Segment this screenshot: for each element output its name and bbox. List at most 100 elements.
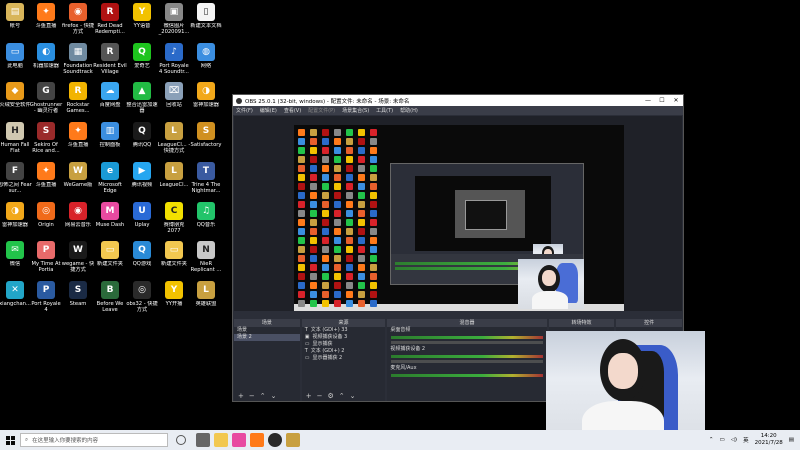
source-item[interactable]: T 文本 (GDI+) 33 — [302, 327, 386, 334]
desktop-icon[interactable]: C 赛博朋克 2077 — [159, 202, 189, 240]
app-icon: P — [37, 281, 55, 299]
notification-icon[interactable]: ▤ — [789, 437, 794, 443]
taskbar-obs-icon[interactable] — [268, 433, 282, 447]
source-item[interactable]: ▣ 视频捕获设备 3 — [302, 334, 386, 341]
desktop-icon[interactable]: ▦ Foundation Soundtrack — [63, 43, 93, 81]
desktop-icon[interactable]: ✦ 斗鱼直播 — [31, 3, 61, 41]
taskbar-app-icon[interactable] — [286, 433, 300, 447]
desktop-icon[interactable]: L LeagueCl... — [159, 162, 189, 200]
desktop-icon[interactable]: Y YY开播 — [159, 281, 189, 319]
desktop-icon[interactable]: ◍ 网络 — [191, 43, 221, 81]
desktop-icon[interactable]: ◎ Origin — [31, 202, 61, 240]
minimize-button[interactable]: — — [641, 95, 655, 106]
desktop-icon[interactable]: Q QQ游戏 — [127, 241, 157, 279]
taskbar-douyu-icon[interactable] — [250, 433, 264, 447]
desktop-icon[interactable]: ♫ QQ音乐 — [191, 202, 221, 240]
menu-help[interactable]: 帮助(H) — [400, 107, 418, 114]
desktop-icon[interactable]: H Human Fall Flat — [0, 122, 30, 160]
menu-view[interactable]: 查看(V) — [284, 107, 301, 114]
task-view-icon[interactable] — [176, 435, 186, 445]
source-item[interactable]: ▭ 显示器捕获 2 — [302, 355, 386, 362]
desktop-icon[interactable]: R Red Dead Redempti... — [95, 3, 125, 41]
start-button[interactable] — [0, 430, 20, 450]
desktop-icon[interactable]: S Sekiro Of Rice and... — [31, 122, 61, 160]
scene-item[interactable]: 场景 — [234, 327, 300, 334]
desktop-icon[interactable]: L 英雄联盟 — [191, 281, 221, 319]
desktop-icon[interactable]: ◑ 雷神加速器 — [0, 202, 30, 240]
desktop-icon[interactable]: ♪ Port Royale 4 Soundtr... — [159, 43, 189, 81]
taskbar-app-icon[interactable] — [196, 433, 210, 447]
desktop-icon[interactable]: Wwegame - 快捷方式 — [62, 241, 94, 279]
volume-icon[interactable]: ◁) — [731, 437, 737, 443]
desktop-icon[interactable]: ▲ 整合迅雷加速器 — [126, 82, 158, 120]
taskbar-app-icon[interactable] — [232, 433, 246, 447]
app-icon: M — [101, 202, 119, 220]
webcam-source[interactable] — [518, 259, 584, 309]
desktop-icon[interactable]: ✦ 斗鱼直播 — [31, 162, 61, 200]
menu-profile[interactable]: 配置文件(P) — [308, 107, 335, 114]
desktop-icon[interactable]: ▣ 微信图片_2020091... — [159, 3, 189, 41]
desktop-icon[interactable]: ⌧ 回收站 — [159, 82, 189, 120]
desktop-icon[interactable]: P My Time At Portia — [31, 241, 61, 279]
volume-slider[interactable] — [391, 360, 543, 363]
menu-edit[interactable]: 编辑(E) — [260, 107, 277, 114]
close-button[interactable]: ✕ — [669, 95, 683, 106]
clock[interactable]: 14:20 2021/7/28 — [755, 433, 783, 447]
desktop-icon[interactable]: N NieR Replicant ... — [191, 241, 221, 279]
chevron-up-icon[interactable]: ⌃ — [709, 437, 714, 443]
desktop-icon[interactable]: ▥ 控制面板 — [95, 122, 125, 160]
desktop-icon[interactable]: ◆ 火绒安全软件 — [0, 82, 31, 120]
desktop-icon[interactable]: ◉ 网易云音乐 — [63, 202, 93, 240]
desktop-icon[interactable]: T Trine 4 The Nightmar... — [191, 162, 221, 200]
desktop-icon[interactable]: M Muse Dash — [95, 202, 125, 240]
desktop-icon[interactable]: ▯ 新建文本文档 — [190, 3, 222, 41]
desktop-icon[interactable]: S Satisfactory — [191, 122, 221, 160]
desktop-icon[interactable]: ▶ 腾讯视频 — [127, 162, 157, 200]
desktop-icon[interactable]: S Steam — [63, 281, 93, 319]
desktop-icon[interactable]: U Uplay — [127, 202, 157, 240]
desktop-icon[interactable]: R Resident Evil Village — [93, 43, 127, 81]
desktop-icon[interactable]: ▭ 新建文件夹 — [95, 241, 125, 279]
desktop-icon[interactable]: F 恐怖之间 Fear sur... — [0, 162, 32, 200]
desktop-icon[interactable]: W WeGame版 — [63, 162, 93, 200]
captured-desktop-icon — [370, 138, 377, 145]
obs-titlebar[interactable]: OBS 25.0.1 (32-bit, windows) - 配置文件: 未命名… — [233, 95, 683, 106]
desktop-icon[interactable]: ▭ 新建文件夹 — [159, 241, 189, 279]
desktop-icon[interactable]: Y YY语音 — [127, 3, 157, 41]
desktop-icon[interactable]: e Microsoft Edge — [95, 162, 125, 200]
taskbar-folder-icon[interactable] — [214, 433, 228, 447]
search-icon: ⌕ — [25, 436, 29, 443]
scene-item-selected[interactable]: 场景 2 — [234, 334, 300, 341]
desktop-icon[interactable]: B Before We Leave — [95, 281, 125, 319]
taskbar-search[interactable]: ⌕ 在这里输入你要搜索的内容 — [20, 433, 168, 447]
desktop-icon[interactable]: ☁ 百度网盘 — [95, 82, 125, 120]
desktop-icon[interactable]: ▭ 此电脑 — [0, 43, 30, 81]
volume-slider[interactable] — [391, 341, 543, 344]
network-icon[interactable]: ▭ — [719, 437, 724, 443]
captured-desktop-icon — [322, 174, 329, 181]
desktop-icon[interactable]: Q 腾讯QQ — [127, 122, 157, 160]
desktop-icon[interactable]: ✦ 斗鱼直播 — [63, 122, 93, 160]
desktop-icon[interactable]: Q 爱奇艺 — [127, 43, 157, 81]
captured-desktop-icon — [358, 300, 365, 307]
maximize-button[interactable]: ☐ — [655, 95, 669, 106]
desktop-icon[interactable]: ✉ 微信 — [0, 241, 30, 279]
captured-desktop-icon — [358, 156, 365, 163]
source-item[interactable]: ▭ 显示捕获 — [302, 341, 386, 348]
desktop-icon[interactable]: G Ghostrunner - 幽灵行者 — [30, 82, 62, 120]
source-item[interactable]: T 文本 (GDI+) 2 — [302, 348, 386, 355]
menu-scene-collection[interactable]: 场景集合(S) — [342, 107, 369, 114]
desktop-icon[interactable]: ◐ 机器加速器 — [31, 43, 61, 81]
menu-file[interactable]: 文件(F) — [236, 107, 253, 114]
desktop-icon[interactable]: R Rockstar Games... — [63, 82, 93, 120]
desktop-icon[interactable]: ✕ xiangchan... — [0, 281, 31, 319]
captured-desktop-icon — [334, 147, 341, 154]
desktop-icon[interactable]: P Port Royale 4 — [31, 281, 61, 319]
desktop-icon[interactable]: ◉ firefox - 快捷方式 — [62, 3, 94, 41]
desktop-icon[interactable]: L LeagueCl... - 快捷方式 — [158, 122, 190, 160]
desktop-icon[interactable]: ◎ obs32 - 快捷方式 — [126, 281, 158, 319]
ime-indicator[interactable]: 英 — [743, 436, 749, 444]
desktop-icon[interactable]: ▤ 帐号 — [0, 3, 30, 41]
menu-tools[interactable]: 工具(T) — [376, 107, 393, 114]
desktop-icon[interactable]: ◑ 雷神加速器 — [191, 82, 221, 120]
